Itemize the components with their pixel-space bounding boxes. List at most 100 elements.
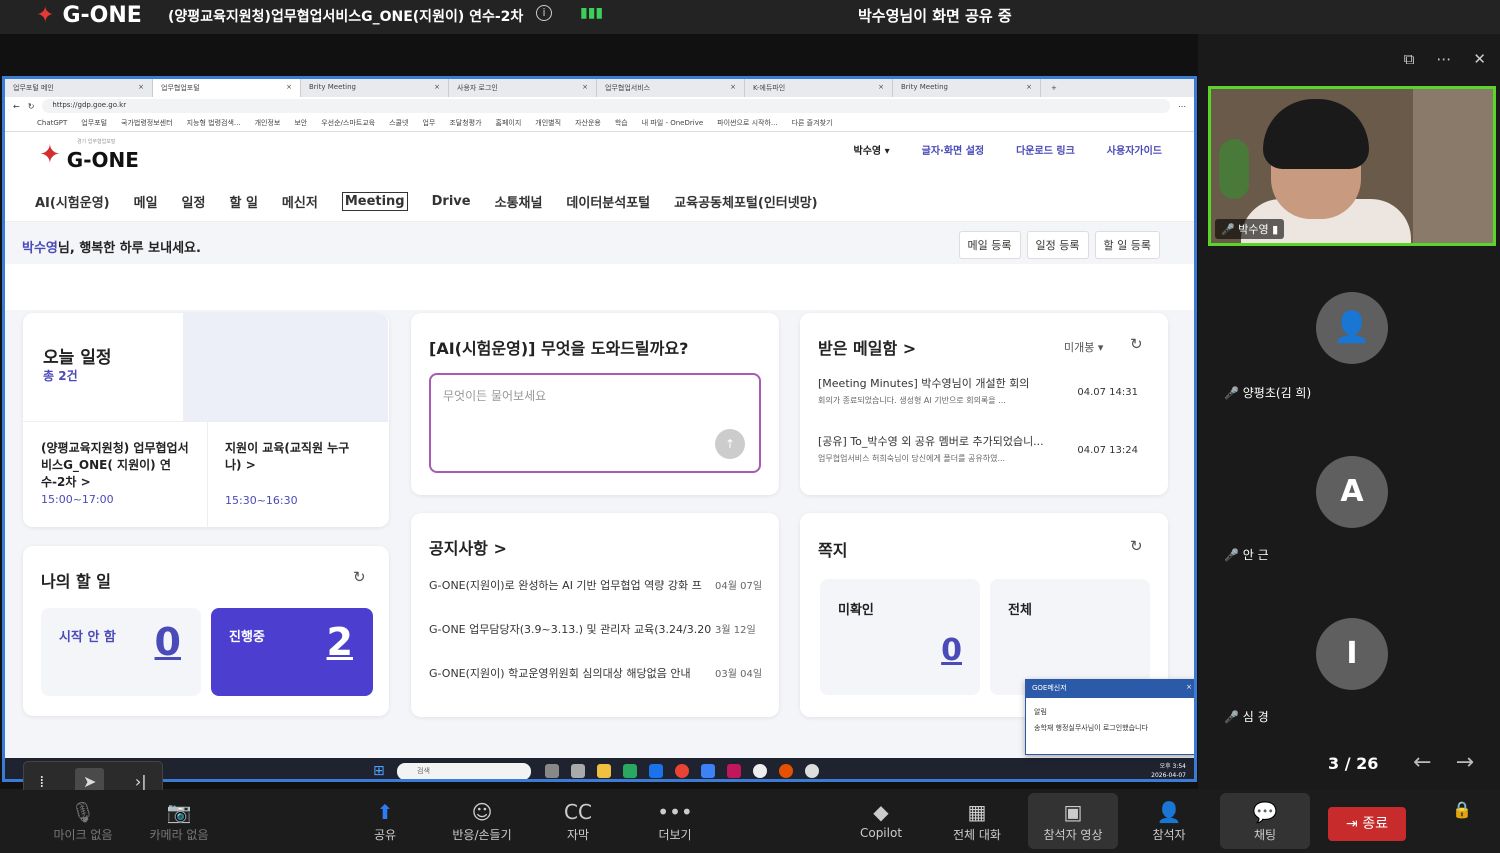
notice-title[interactable]: 공지사항 > (429, 535, 507, 559)
mail-filter[interactable]: 미개봉 ▾ (1064, 339, 1103, 355)
app-icon[interactable] (779, 764, 793, 778)
refresh-icon[interactable]: ↻ (1130, 335, 1143, 353)
refresh-icon[interactable]: ↻ (353, 568, 366, 586)
nav-item[interactable]: 할 일 (229, 192, 257, 211)
edge-icon[interactable] (649, 764, 663, 778)
bookmark[interactable]: 다른 즐겨찾기 (792, 118, 833, 128)
mic-button[interactable]: 🎙 마이크 없음 (38, 798, 128, 843)
memo-all[interactable]: 전체 (990, 579, 1150, 695)
bookmark[interactable]: 스쿨넷 (389, 118, 408, 128)
collapse-icon[interactable]: ›| (135, 772, 147, 791)
mail-item[interactable]: [공유] To_박수영 외 공유 멤버로 추가되었습니... 업무협업서비스 허… (818, 433, 1048, 464)
schedule-register-button[interactable]: 일정 등록 (1026, 231, 1089, 259)
bookmark[interactable]: 조달청평가 (449, 118, 481, 128)
mail-register-button[interactable]: 메일 등록 (958, 231, 1021, 259)
browser-tab[interactable]: K-에듀파인 × (745, 79, 893, 97)
memo-unread[interactable]: 미확인 0 (820, 579, 980, 695)
participant-video-button[interactable]: ▣ 참석자 영상 (1028, 793, 1118, 849)
participant-tile[interactable]: 👤 🎤 양평초(김 희) (1218, 292, 1488, 442)
close-icon[interactable]: × (582, 83, 588, 93)
more-button[interactable]: ••• 더보기 (630, 798, 720, 843)
bookmark[interactable]: 파이썬으로 시작하... (717, 118, 777, 128)
send-icon[interactable]: ↑ (715, 429, 745, 459)
next-page-icon[interactable]: → (1456, 750, 1474, 775)
bookmark[interactable]: 지능형 법령검색... (187, 118, 241, 128)
lock-icon[interactable]: 🔒 (1452, 800, 1472, 819)
browser-tab[interactable]: Brity Meeting × (893, 79, 1041, 97)
bookmark[interactable]: 자산운용 (575, 118, 601, 128)
bookmark[interactable]: 개인정보 (255, 118, 281, 128)
nav-item[interactable]: 메일 (134, 192, 158, 211)
bookmark[interactable]: 업무포털 (81, 118, 107, 128)
browser-tab[interactable]: 사용자 로그인 × (449, 79, 597, 97)
bookmark[interactable]: 내 파일 - OneDrive (642, 118, 703, 128)
bookmark[interactable]: ChatGPT (37, 119, 67, 127)
mail-item[interactable]: [Meeting Minutes] 박수영님이 개설한 회의 회의가 종료되었습… (818, 375, 1048, 406)
bookmark[interactable]: 보안 (294, 118, 307, 128)
bookmark[interactable]: 개인별직 (535, 118, 561, 128)
copilot-button[interactable]: ◆ Copilot (836, 798, 926, 840)
bookmark[interactable]: 우선순/스마트교육 (321, 118, 375, 128)
schedule-item[interactable]: 지원이 교육(교직원 누구나) > 15:30~16:30 (225, 440, 355, 509)
close-icon[interactable]: × (730, 83, 736, 93)
nav-item[interactable]: 교육공동체포털(인터넷망) (674, 192, 817, 211)
messenger-popup[interactable]: GOE메신저 × 알림 송학재 행정실무사님이 로그인했습니다 (1025, 679, 1194, 755)
chat-all-button[interactable]: ▦ 전체 대화 (932, 798, 1022, 843)
reaction-button[interactable]: ☺ 반응/손들기 (437, 798, 527, 843)
folder-icon[interactable] (597, 764, 611, 778)
nav-item[interactable]: 소통채널 (495, 192, 543, 211)
schedule-item[interactable]: (양평교육지원청) 업무협업서비스G_ONE( 지원이) 연수-2차 > 15:… (41, 440, 191, 508)
url-field[interactable]: https://gdp.goe.go.kr (42, 99, 1170, 113)
menu-dots-icon[interactable]: ⋯ (1178, 102, 1186, 111)
browser-tab-active[interactable]: 업무협업포털 × (153, 79, 301, 97)
app-icon[interactable] (571, 764, 585, 778)
close-icon[interactable]: × (434, 83, 440, 93)
gone-logo[interactable]: 경기 업무협업포털 ✦ G-ONE (39, 138, 139, 172)
chrome-icon[interactable] (675, 764, 689, 778)
participant-tile[interactable]: I 🎤 심 경 (1218, 618, 1488, 768)
taskbar-clock[interactable]: 오후 3:54 2026-04-07 (1151, 762, 1186, 779)
browser-tab[interactable]: 업무포털 메인 × (5, 79, 153, 97)
back-icon[interactable]: ← (13, 102, 20, 111)
header-link[interactable]: 글자·화면 설정 (922, 142, 984, 157)
nav-item[interactable]: 일정 (182, 192, 206, 211)
bookmark[interactable]: 학습 (615, 118, 628, 128)
app-icon[interactable] (701, 764, 715, 778)
browser-tab[interactable]: Brity Meeting × (301, 79, 449, 97)
nav-item-meeting[interactable]: Meeting (341, 192, 408, 211)
app-icon[interactable] (727, 764, 741, 778)
nav-item[interactable]: Drive (432, 194, 471, 209)
drag-handle-icon[interactable]: ⁞ (39, 772, 44, 791)
windows-start-icon[interactable]: ⊞ (373, 763, 385, 779)
close-icon[interactable]: × (1186, 683, 1192, 691)
app-icon[interactable] (753, 764, 767, 778)
taskbar-search[interactable]: 검색 (397, 763, 531, 779)
end-button[interactable]: ⇥ 종료 (1328, 807, 1406, 841)
bookmark[interactable]: 홈페이지 (496, 118, 522, 128)
browser-tab[interactable]: 업무협업서비스 × (597, 79, 745, 97)
attendees-button[interactable]: 👤 참석자 (1124, 798, 1214, 843)
todo-register-button[interactable]: 할 일 등록 (1094, 231, 1160, 259)
header-link[interactable]: 사용자가이드 (1107, 142, 1162, 157)
bookmark[interactable]: 국가법령정보센터 (121, 118, 173, 128)
bookmark[interactable]: 업무 (422, 118, 435, 128)
user-menu[interactable]: 박수영 ▾ (854, 142, 890, 157)
ai-input[interactable]: 무엇이든 물어보세요 ↑ (429, 373, 761, 473)
close-icon[interactable]: × (878, 83, 884, 93)
close-icon[interactable]: × (138, 83, 144, 93)
info-icon[interactable]: i (536, 5, 552, 21)
close-icon[interactable]: ✕ (1473, 50, 1486, 68)
mail-title[interactable]: 받은 메일함 > (818, 335, 916, 359)
nav-item[interactable]: 메신저 (282, 192, 318, 211)
chat-button[interactable]: 💬 채팅 (1220, 793, 1310, 849)
camera-button[interactable]: 📷 카메라 없음 (134, 798, 224, 843)
todo-in-progress[interactable]: 진행중 2 (211, 608, 373, 696)
nav-item[interactable]: 데이터분석포털 (566, 192, 650, 211)
active-speaker-video[interactable]: 🎤 박수영 ▮ (1208, 86, 1496, 246)
share-button[interactable]: ⬆ 공유 (340, 798, 430, 843)
todo-not-started[interactable]: 시작 안 함 0 (41, 608, 201, 696)
more-icon[interactable]: ⋯ (1436, 50, 1451, 68)
nav-item[interactable]: AI(시험운영) (35, 192, 110, 211)
app-icon[interactable] (623, 764, 637, 778)
header-link[interactable]: 다운로드 링크 (1016, 142, 1075, 157)
